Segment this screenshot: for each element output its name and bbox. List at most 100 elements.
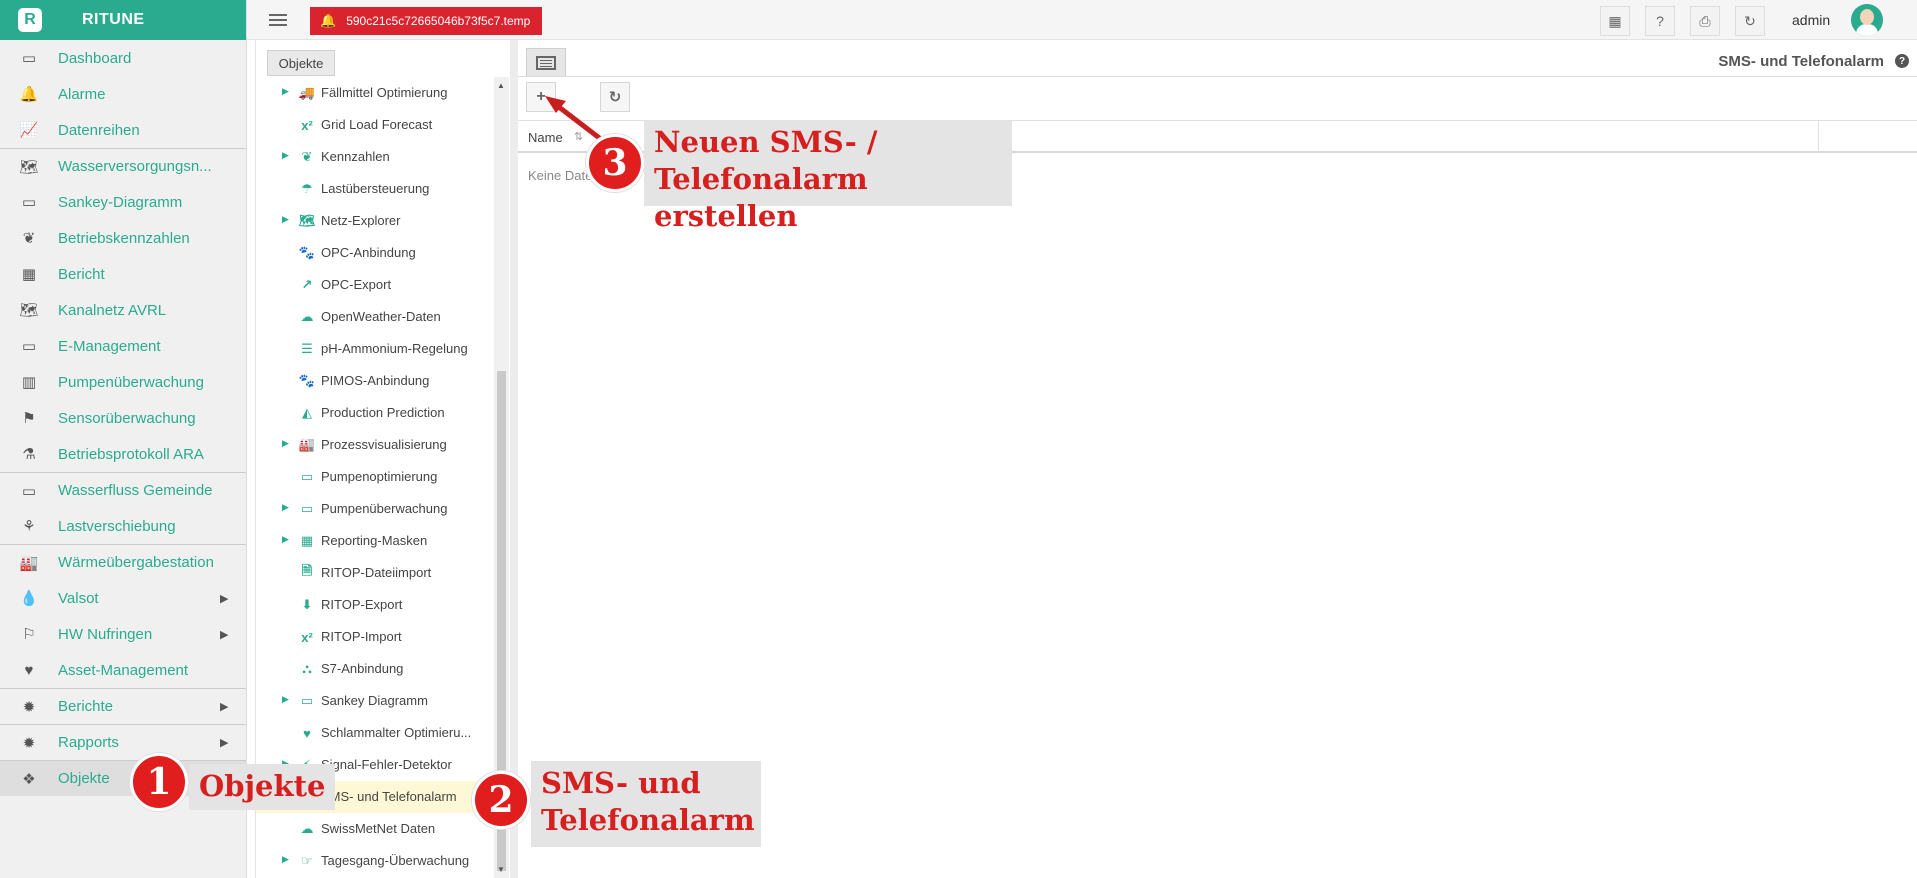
- tree-item[interactable]: ▶ ▭ Sankey Diagramm: [256, 685, 494, 717]
- sidebar-item-berichte[interactable]: ✹ Berichte ▶: [0, 688, 246, 724]
- tree-item[interactable]: ▶ ▦ Reporting-Masken: [256, 525, 494, 557]
- tree-item[interactable]: ▶ ❦ Kennzahlen: [256, 141, 494, 173]
- help-button[interactable]: ?: [1645, 6, 1675, 36]
- gear-icon: ✹: [22, 699, 36, 716]
- sidebar-item-wasserversorgungsn[interactable]: 🗺 Wasserversorgungsn...: [0, 148, 246, 184]
- sidebar-item-dashboard[interactable]: ▭ Dashboard: [0, 40, 246, 76]
- tree-item[interactable]: ↗ OPC-Export: [256, 269, 494, 301]
- tree-item[interactable]: ☂ Lastübersteuerung: [256, 173, 494, 205]
- sidebar-item-asset-management[interactable]: ♥ Asset-Management: [0, 652, 246, 688]
- sidebar-item-datenreihen[interactable]: 📈 Datenreihen: [0, 112, 246, 148]
- map-icon: 🗺: [298, 213, 316, 228]
- hand-point-icon: ☞: [301, 853, 313, 868]
- user-name[interactable]: admin: [1792, 12, 1830, 28]
- sidebar-item-hw-nufringen[interactable]: ⚐ HW Nufringen ▶: [0, 616, 246, 652]
- bell-icon: 🔔: [320, 13, 337, 28]
- tree-item[interactable]: 🗎 RITOP-Dateiimport: [256, 557, 494, 589]
- download-icon: ⬇: [301, 597, 313, 612]
- sidebar-item-wasserfluss-gemeinde[interactable]: ▭ Wasserfluss Gemeinde: [0, 472, 246, 508]
- caret-right-icon[interactable]: ▶: [220, 592, 228, 605]
- tree-item-label: Schlammalter Optimieru...: [321, 725, 472, 740]
- sidebar-item-rapports[interactable]: ✹ Rapports ▶: [0, 724, 246, 760]
- tree-item[interactable]: x² Grid Load Forecast: [256, 109, 494, 141]
- column-separator[interactable]: [1818, 121, 1819, 152]
- tree-item-label: OpenWeather-Daten: [321, 309, 441, 324]
- expand-arrow-icon[interactable]: ▶: [282, 854, 289, 865]
- panel-splitter[interactable]: [510, 40, 518, 878]
- tree-item-label: Pumpenoptimierung: [321, 469, 438, 484]
- sidebar-item-lastverschiebung[interactable]: ⚘ Lastverschiebung: [0, 508, 246, 544]
- tree-item[interactable]: ▭ Pumpenoptimierung: [256, 461, 494, 493]
- sidebar-item-kanalnetz-avrl[interactable]: 🗺 Kanalnetz AVRL: [0, 292, 246, 328]
- tree-item[interactable]: ▶ 🚚 Fällmittel Optimierung: [256, 77, 494, 109]
- expand-arrow-icon[interactable]: ▶: [282, 534, 289, 545]
- sidebar-item-label: Bericht: [58, 265, 105, 283]
- tree-item[interactable]: ▶ 🏭 Prozessvisualisierung: [256, 429, 494, 461]
- sidebar-item-wärmeübergabestation[interactable]: 🏭 Wärmeübergabestation: [0, 544, 246, 580]
- signpost-icon: ⚐: [22, 626, 36, 643]
- sort-icon[interactable]: ⇅: [574, 130, 583, 143]
- superscript-icon: x²: [301, 117, 313, 133]
- expand-arrow-icon[interactable]: ▶: [282, 694, 289, 705]
- expand-arrow-icon[interactable]: ▶: [282, 86, 289, 97]
- gear-icon: ✹: [22, 735, 36, 752]
- plus-icon: +: [536, 88, 546, 105]
- sidebar-item-sankey-diagramm[interactable]: ▭ Sankey-Diagramm: [0, 184, 246, 220]
- refresh-button[interactable]: ↻: [1735, 6, 1765, 36]
- sidebar-item-label: Dashboard: [58, 49, 132, 67]
- annotation-badge-1: 1: [130, 753, 188, 811]
- list-view-tab[interactable]: [526, 48, 566, 76]
- sidebar-item-bericht[interactable]: ▦ Bericht: [0, 256, 246, 292]
- expand-arrow-icon[interactable]: ▶: [282, 502, 289, 513]
- tree-item[interactable]: ☁ OpenWeather-Daten: [256, 301, 494, 333]
- sidebar-item-pumpenüberwachung[interactable]: ▥ Pumpenüberwachung: [0, 364, 246, 400]
- sidebar-item-alarme[interactable]: 🔔 Alarme: [0, 76, 246, 112]
- tree-item[interactable]: ▶ ☞ Tagesgang-Überwachung: [256, 845, 494, 877]
- caret-right-icon[interactable]: ▶: [220, 700, 228, 713]
- tab-objekte[interactable]: Objekte: [267, 50, 335, 76]
- expand-arrow-icon[interactable]: ▶: [282, 150, 289, 161]
- tree-item[interactable]: ☁ SwissMetNet Daten: [256, 813, 494, 845]
- print-button[interactable]: ⎙: [1690, 6, 1720, 36]
- tree-item[interactable]: ⛬ S7-Anbindung: [256, 653, 494, 685]
- notification-badge[interactable]: 🔔 590c21c5c72665046b73f5c7.temp: [310, 7, 542, 35]
- scroll-up-icon[interactable]: ▲: [497, 81, 505, 90]
- leaf-icon: ❦: [22, 230, 36, 247]
- expand-arrow-icon[interactable]: ▶: [282, 438, 289, 449]
- tree-item[interactable]: ▶ 🗺 Netz-Explorer: [256, 205, 494, 237]
- column-header-name[interactable]: Name: [528, 130, 563, 145]
- tree-scrollbar[interactable]: ▲ ▼: [494, 77, 509, 878]
- tree-item[interactable]: x² RITOP-Import: [256, 621, 494, 653]
- caret-right-icon[interactable]: ▶: [220, 736, 228, 749]
- tree-item[interactable]: 🐾 OPC-Anbindung: [256, 237, 494, 269]
- tree-item[interactable]: 🐾 PIMOS-Anbindung: [256, 365, 494, 397]
- add-button[interactable]: +: [526, 82, 556, 112]
- qrcode-button[interactable]: ▦: [1600, 6, 1630, 36]
- caret-right-icon[interactable]: ▶: [220, 628, 228, 641]
- tree-item-label: Production Prediction: [321, 405, 445, 420]
- sidebar-item-betriebsprotokoll-ara[interactable]: ⚗ Betriebsprotokoll ARA: [0, 436, 246, 472]
- page-title: SMS- und Telefonalarm: [1718, 53, 1884, 70]
- tree-item[interactable]: ▶ ▭ Pumpenüberwachung: [256, 493, 494, 525]
- brand-header[interactable]: R RITUNE: [0, 0, 246, 40]
- battery-icon: ▭: [21, 338, 37, 355]
- paw-icon: 🐾: [298, 245, 316, 260]
- tree-item[interactable]: ◭ Production Prediction: [256, 397, 494, 429]
- sidebar-item-betriebskennzahlen[interactable]: ❦ Betriebskennzahlen: [0, 220, 246, 256]
- sidebar-item-sensorüberwachung[interactable]: ⚑ Sensorüberwachung: [0, 400, 246, 436]
- object-tree: ▶ 🚚 Fällmittel Optimierung x² Grid Load Fore…: [256, 77, 494, 877]
- avatar[interactable]: [1851, 4, 1883, 36]
- menu-toggle-icon[interactable]: [269, 11, 287, 29]
- tree-item[interactable]: ♥ Schlammalter Optimieru...: [256, 717, 494, 749]
- expand-arrow-icon[interactable]: ▶: [282, 214, 289, 225]
- tree-item[interactable]: ⬇ RITOP-Export: [256, 589, 494, 621]
- refresh-grid-button[interactable]: ↻: [600, 82, 630, 112]
- tree-item-label: OPC-Export: [321, 277, 392, 292]
- sidebar-item-valsot[interactable]: 💧 Valsot ▶: [0, 580, 246, 616]
- sidebar-item-label: Wärmeübergabestation: [58, 554, 214, 571]
- tree-item[interactable]: ☰ pH-Ammonium-Regelung: [256, 333, 494, 365]
- help-icon[interactable]: ?: [1895, 54, 1909, 68]
- sidebar-item-e-management[interactable]: ▭ E-Management: [0, 328, 246, 364]
- battery-icon: ▭: [300, 469, 314, 484]
- scroll-down-icon[interactable]: ▼: [497, 865, 505, 874]
